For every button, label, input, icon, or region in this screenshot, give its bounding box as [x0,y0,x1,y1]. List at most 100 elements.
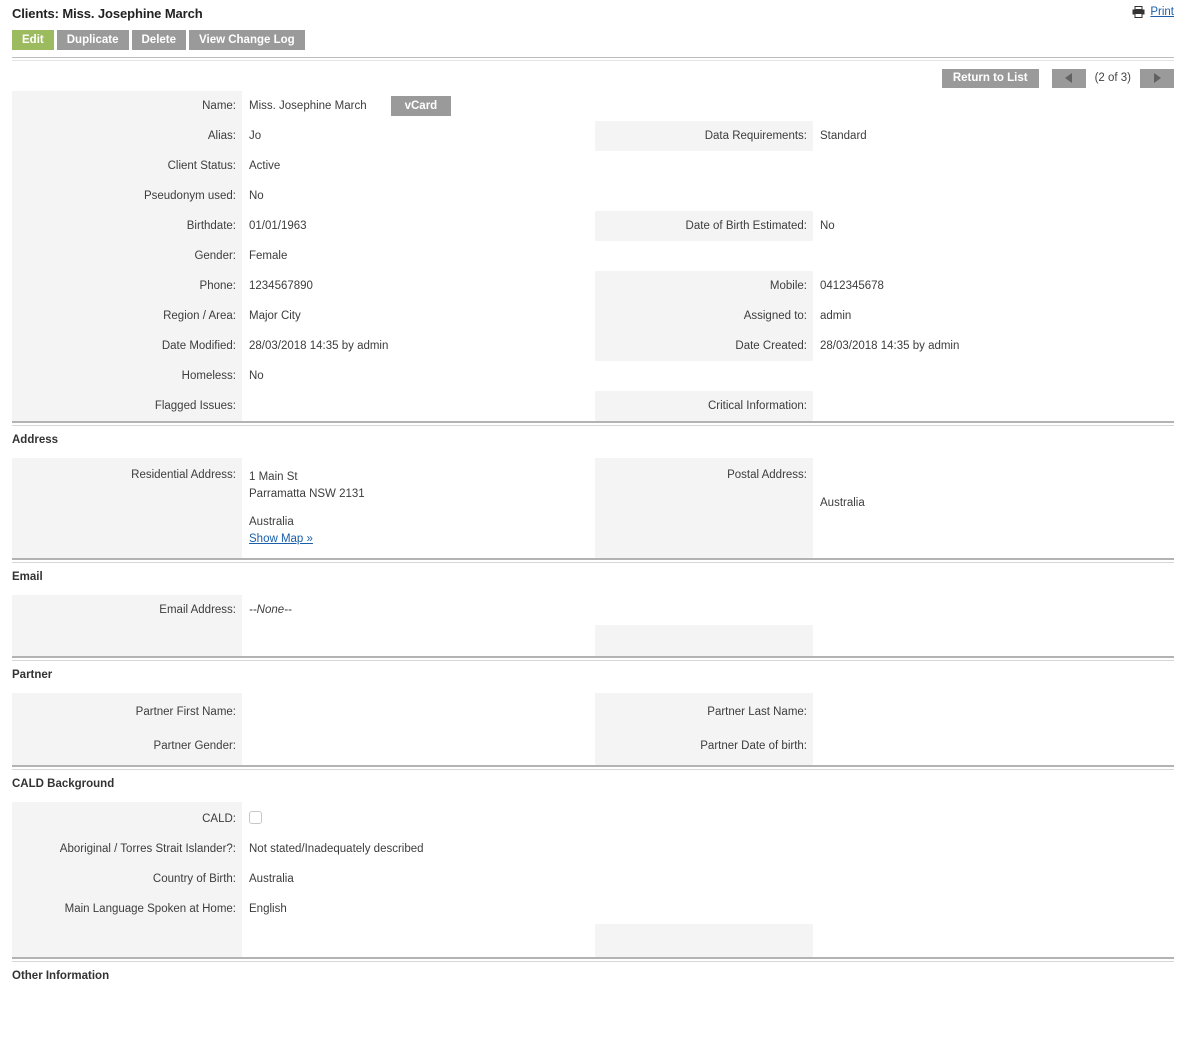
row-atsi: Aboriginal / Torres Strait Islander?: No… [12,834,1174,864]
cald-spacer-left [12,924,595,957]
page-title: Clients: Miss. Josephine March [12,6,203,21]
field-label: Partner Date of birth: [595,731,813,765]
section-title-email: Email [12,571,43,583]
address-line-2: Parramatta NSW 2131 [249,488,365,500]
view-change-log-button[interactable]: View Change Log [189,30,305,50]
field-cob-right-blank [595,864,1166,894]
field-value [813,731,1166,765]
blank-value [813,894,1166,924]
previous-record-button[interactable] [1051,68,1086,88]
field-value: 1234567890 [242,271,595,301]
email-spacer-right [595,625,1166,656]
field-atsi-right-blank [595,834,1166,864]
field-value: admin [813,301,1166,331]
email-value: --None-- [249,604,292,616]
field-label: Country of Birth: [12,864,242,894]
return-to-list-button[interactable]: Return to List [941,68,1039,88]
row-birthdate: Birthdate: 01/01/1963 Date of Birth Esti… [12,211,1174,241]
field-empty-1 [595,151,1166,181]
cald-checkbox[interactable] [249,811,262,824]
field-value: 28/03/2018 14:35 by admin [242,331,595,361]
blank-label [595,834,813,864]
blank-value [813,361,1166,391]
edit-button[interactable]: Edit [12,30,54,50]
address-panel: Residential Address: 1 Main St Parramatt… [12,458,1174,558]
field-date-modified: Date Modified: 28/03/2018 14:35 by admin [12,331,595,361]
field-label: Date of Birth Estimated: [595,211,813,241]
print-label[interactable]: Print [1150,6,1174,18]
field-label: Assigned to: [595,301,813,331]
field-partner-dob: Partner Date of birth: [595,731,1166,765]
blank-value [813,181,1166,211]
address-spacer [249,503,589,514]
next-record-button[interactable] [1140,68,1174,88]
blank-label [595,595,813,625]
field-phone: Phone: 1234567890 [12,271,595,301]
field-region-area: Region / Area: Major City [12,301,595,331]
field-value [813,391,1166,421]
field-value: 0412345678 [813,271,1166,301]
field-value: 01/01/1963 [242,211,595,241]
field-value: --None-- [242,595,595,625]
field-label: Name: [12,91,242,121]
blank-value [813,241,1166,271]
field-label: Partner First Name: [12,693,242,731]
field-value-container [242,802,595,834]
row-language: Main Language Spoken at Home: English [12,894,1174,924]
blank-value [813,151,1166,181]
field-value: Not stated/Inadequately described [242,834,595,864]
row-partner-gender-dob: Partner Gender: Partner Date of birth: [12,731,1174,765]
arrow-left-icon [1065,73,1073,83]
blank-value [813,802,1166,834]
arrow-right-icon [1153,73,1161,83]
name-value: Miss. Josephine March [249,100,367,112]
field-value: No [813,211,1166,241]
field-cald-right-blank [595,802,1166,834]
field-label: Partner Gender: [12,731,242,765]
field-value [242,391,595,421]
email-spacer-left [12,625,595,656]
field-value-container: Miss. Josephine March vCard [242,91,595,121]
delete-button[interactable]: Delete [131,30,187,50]
field-language-right-blank [595,894,1166,924]
field-value: Australia [813,458,1166,558]
email-panel: Email Address: --None-- [12,595,1174,656]
field-value: Standard [813,121,1166,151]
blank-label [595,894,813,924]
section-title-partner: Partner [12,669,53,681]
show-map-link[interactable]: Show Map » [249,531,313,548]
row-name: Name: Miss. Josephine March vCard [12,91,1174,121]
printer-icon [1132,6,1145,18]
pager: (2 of 3) [1051,68,1174,88]
blank-label [595,181,813,211]
client-detail-page: Clients: Miss. Josephine March Print Edi… [0,0,1186,994]
field-atsi: Aboriginal / Torres Strait Islander?: No… [12,834,595,864]
row-email-spacer [12,625,1174,656]
row-cald-spacer [12,924,1174,957]
section-title-other-information: Other Information [12,970,110,982]
field-empty-4 [595,361,1166,391]
print-link[interactable]: Print [1132,6,1174,18]
record-count: (2 of 3) [1094,72,1131,84]
row-alias: Alias: Jo Data Requirements: Standard [12,121,1174,151]
field-homeless: Homeless: No [12,361,595,391]
field-label: Client Status: [12,151,242,181]
vcard-button[interactable]: vCard [390,96,452,116]
cald-panel: CALD: Aboriginal / Torres Strait Islande… [12,802,1174,957]
field-label: Date Modified: [12,331,242,361]
blank-label [12,625,242,656]
blank-label [12,924,242,957]
field-name: Name: Miss. Josephine March vCard [12,91,595,121]
field-empty-2 [595,181,1166,211]
duplicate-button[interactable]: Duplicate [56,30,129,50]
blank-value [813,91,1166,121]
blank-label [595,151,813,181]
blank-value [813,834,1166,864]
row-email: Email Address: --None-- [12,595,1174,625]
field-label: Residential Address: [12,458,242,558]
blank-value [813,595,1166,625]
field-label: Critical Information: [595,391,813,421]
field-label: Main Language Spoken at Home: [12,894,242,924]
row-homeless: Homeless: No [12,361,1174,391]
field-value: Major City [242,301,595,331]
